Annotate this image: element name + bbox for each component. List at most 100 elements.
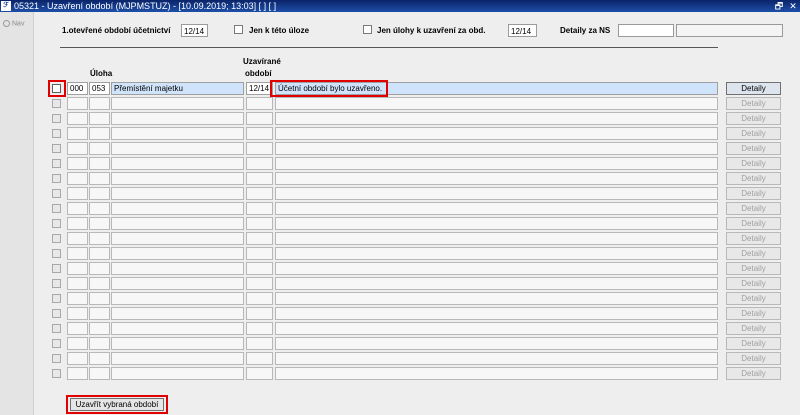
row-task-name[interactable] (111, 277, 244, 290)
row-task-name[interactable] (111, 292, 244, 305)
row-period[interactable] (246, 247, 273, 260)
row-code-2[interactable] (89, 157, 110, 170)
only-task-checkbox[interactable] (234, 25, 243, 34)
row-period[interactable] (246, 202, 273, 215)
row-code-2[interactable] (89, 217, 110, 230)
row-period[interactable] (246, 337, 273, 350)
row-task-name[interactable] (111, 157, 244, 170)
details-button[interactable]: Detaily (726, 187, 781, 200)
details-button[interactable]: Detaily (726, 97, 781, 110)
row-task-name[interactable] (111, 367, 244, 380)
row-code-1[interactable] (67, 112, 88, 125)
row-task-name[interactable] (111, 97, 244, 110)
row-task-name[interactable] (111, 322, 244, 335)
row-checkbox[interactable] (52, 369, 61, 378)
close-period-field[interactable]: 12/14 (508, 24, 537, 37)
row-code-2[interactable] (89, 202, 110, 215)
row-code-2[interactable] (89, 352, 110, 365)
row-checkbox[interactable] (52, 219, 61, 228)
row-task-name[interactable] (111, 142, 244, 155)
row-code-1[interactable] (67, 292, 88, 305)
details-button[interactable]: Detaily (726, 367, 781, 380)
row-checkbox[interactable] (52, 249, 61, 258)
only-close-checkbox[interactable] (363, 25, 372, 34)
row-period[interactable] (246, 157, 273, 170)
row-code-2[interactable] (89, 322, 110, 335)
row-task-name[interactable] (111, 307, 244, 320)
details-button[interactable]: Detaily (726, 172, 781, 185)
row-code-1[interactable] (67, 337, 88, 350)
row-code-2[interactable] (89, 277, 110, 290)
row-code-1[interactable] (67, 352, 88, 365)
row-task-name[interactable] (111, 172, 244, 185)
row-task-name[interactable] (111, 352, 244, 365)
row-checkbox[interactable] (52, 309, 61, 318)
details-button[interactable]: Detaily (726, 232, 781, 245)
row-period[interactable] (246, 172, 273, 185)
row-code-2[interactable] (89, 262, 110, 275)
details-button[interactable]: Detaily (726, 127, 781, 140)
row-task-name[interactable] (111, 262, 244, 275)
row-task-name[interactable] (111, 217, 244, 230)
row-checkbox[interactable] (52, 354, 61, 363)
row-task-name[interactable] (111, 337, 244, 350)
row-checkbox[interactable] (52, 114, 61, 123)
row-checkbox[interactable] (52, 324, 61, 333)
row-checkbox[interactable] (52, 174, 61, 183)
details-button[interactable]: Detaily (726, 262, 781, 275)
row-code-2[interactable] (89, 172, 110, 185)
row-code-2[interactable] (89, 127, 110, 140)
row-code-1[interactable] (67, 157, 88, 170)
row-code-2[interactable] (89, 337, 110, 350)
details-button[interactable]: Detaily (726, 142, 781, 155)
restore-icon[interactable]: 🗗 (773, 0, 785, 12)
close-selected-periods-button[interactable]: Uzavřít vybraná období (70, 398, 164, 411)
details-button[interactable]: Detaily (726, 82, 781, 95)
row-task-name[interactable] (111, 202, 244, 215)
row-checkbox[interactable] (52, 99, 61, 108)
row-checkbox[interactable] (52, 159, 61, 168)
details-button[interactable]: Detaily (726, 352, 781, 365)
details-ns-field[interactable] (618, 24, 674, 37)
row-period[interactable] (246, 127, 273, 140)
period-field[interactable]: 12/14 (181, 24, 208, 37)
row-code-1[interactable] (67, 232, 88, 245)
row-code-1[interactable] (67, 142, 88, 155)
row-code-2[interactable] (89, 367, 110, 380)
details-button[interactable]: Detaily (726, 322, 781, 335)
row-task-name[interactable] (111, 187, 244, 200)
row-code-1[interactable] (67, 322, 88, 335)
close-icon[interactable]: ✕ (787, 0, 799, 12)
row-period[interactable] (246, 97, 273, 110)
details-ns-field-2[interactable] (676, 24, 783, 37)
row-task-name[interactable] (111, 127, 244, 140)
row-task-name[interactable] (111, 112, 244, 125)
row-checkbox[interactable] (52, 339, 61, 348)
row-code-1[interactable] (67, 97, 88, 110)
row-code-2[interactable] (89, 142, 110, 155)
row-period[interactable] (246, 262, 273, 275)
row-code-2[interactable] (89, 97, 110, 110)
row-checkbox[interactable] (52, 129, 61, 138)
row-period[interactable] (246, 142, 273, 155)
row-period[interactable] (246, 232, 273, 245)
row-period[interactable] (246, 352, 273, 365)
details-button[interactable]: Detaily (726, 202, 781, 215)
row-checkbox[interactable] (52, 204, 61, 213)
row-period[interactable] (246, 292, 273, 305)
row-code-1[interactable]: 000 (67, 82, 88, 95)
row-code-2[interactable] (89, 292, 110, 305)
row-checkbox[interactable] (52, 264, 61, 273)
details-button[interactable]: Detaily (726, 277, 781, 290)
row-code-1[interactable] (67, 247, 88, 260)
row-period[interactable] (246, 187, 273, 200)
row-code-2[interactable] (89, 307, 110, 320)
row-code-1[interactable] (67, 217, 88, 230)
row-checkbox[interactable] (52, 189, 61, 198)
row-checkbox[interactable] (52, 279, 61, 288)
row-checkbox[interactable] (52, 234, 61, 243)
row-code-1[interactable] (67, 127, 88, 140)
row-period[interactable] (246, 322, 273, 335)
row-code-1[interactable] (67, 307, 88, 320)
row-code-2[interactable] (89, 247, 110, 260)
